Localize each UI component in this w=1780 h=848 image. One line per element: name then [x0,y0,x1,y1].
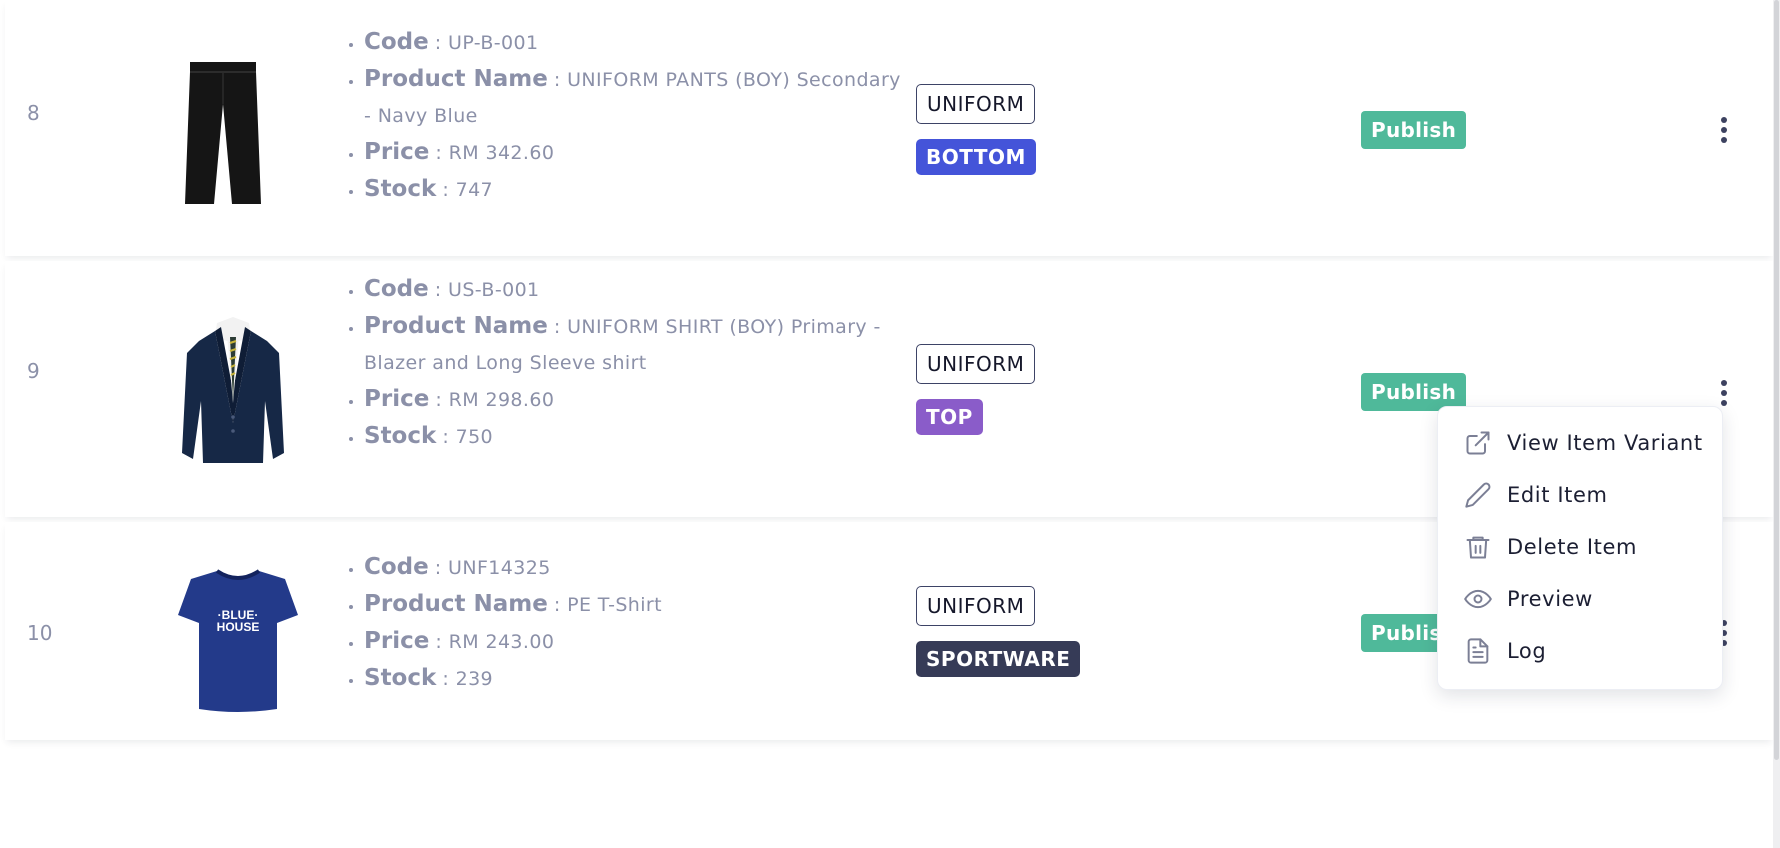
blazer-icon [179,313,287,473]
row-number: 8 [27,101,40,125]
table-row: 8 Code : UP-B-001 Product Name : UNIFORM… [5,0,1773,256]
code-value: : UP-B-001 [434,32,539,54]
category-tag: SPORTWARE [916,641,1081,677]
product-name-label: Product Name [364,313,548,339]
category-tag: BOTTOM [916,139,1036,175]
row-actions-menu: View Item Variant Edit Item Delete Item … [1437,406,1723,690]
preview-option[interactable]: Preview [1438,577,1722,621]
stock-value: : 239 [442,668,494,690]
type-tag: UNIFORM [916,344,1036,384]
product-details: Code : UP-B-001 Product Name : UNIFORM P… [340,24,904,208]
menu-item-label: Log [1507,639,1547,663]
price-label: Price [364,386,430,412]
view-item-variant-option[interactable]: View Item Variant [1438,421,1722,465]
trash-icon [1466,536,1490,559]
stock-value: : 747 [442,179,494,201]
more-options-icon[interactable] [1716,114,1732,150]
product-name-value: : PE T-Shirt [553,594,662,616]
price-label: Price [364,139,430,165]
code-label: Code [364,29,429,55]
pants-icon [182,58,264,214]
product-details: Code : US-B-001 Product Name : UNIFORM S… [340,255,924,455]
stock-label: Stock [364,665,437,691]
code-label: Code [364,554,429,580]
status-badge: Publish [1361,111,1467,149]
tshirt-icon: ·BLUE· HOUSE [177,565,299,717]
type-tag: UNIFORM [916,586,1036,626]
price-value: : RM 243.00 [435,631,555,653]
price-value: : RM 342.60 [435,142,555,164]
menu-item-label: Preview [1507,587,1593,611]
menu-item-label: Edit Item [1507,483,1608,507]
vertical-scrollbar[interactable] [1773,0,1780,848]
stock-label: Stock [364,176,437,202]
product-name-label: Product Name [364,66,548,92]
stock-value: : 750 [442,426,494,448]
stock-label: Stock [364,423,437,449]
code-label: Code [364,276,429,302]
code-value: : US-B-001 [434,279,540,301]
edit-item-option[interactable]: Edit Item [1438,473,1722,517]
delete-item-option[interactable]: Delete Item [1438,525,1722,569]
price-value: : RM 298.60 [435,389,555,411]
row-number: 9 [27,359,40,383]
tshirt-print-line2: HOUSE [217,620,260,634]
product-details: Code : UNF14325 Product Name : PE T-Shir… [340,549,662,697]
pencil-icon [1465,482,1491,508]
price-label: Price [364,628,430,654]
document-icon [1467,638,1489,664]
type-tag: UNIFORM [916,84,1036,124]
menu-item-label: Delete Item [1507,535,1638,559]
code-value: : UNF14325 [434,557,551,579]
eye-icon [1464,589,1492,609]
log-option[interactable]: Log [1438,629,1722,673]
category-tag: TOP [916,399,983,435]
product-name-label: Product Name [364,591,548,617]
row-number: 10 [27,621,53,645]
external-link-icon [1466,431,1490,455]
scrollbar-thumb[interactable] [1774,0,1779,760]
menu-item-label: View Item Variant [1507,431,1703,455]
